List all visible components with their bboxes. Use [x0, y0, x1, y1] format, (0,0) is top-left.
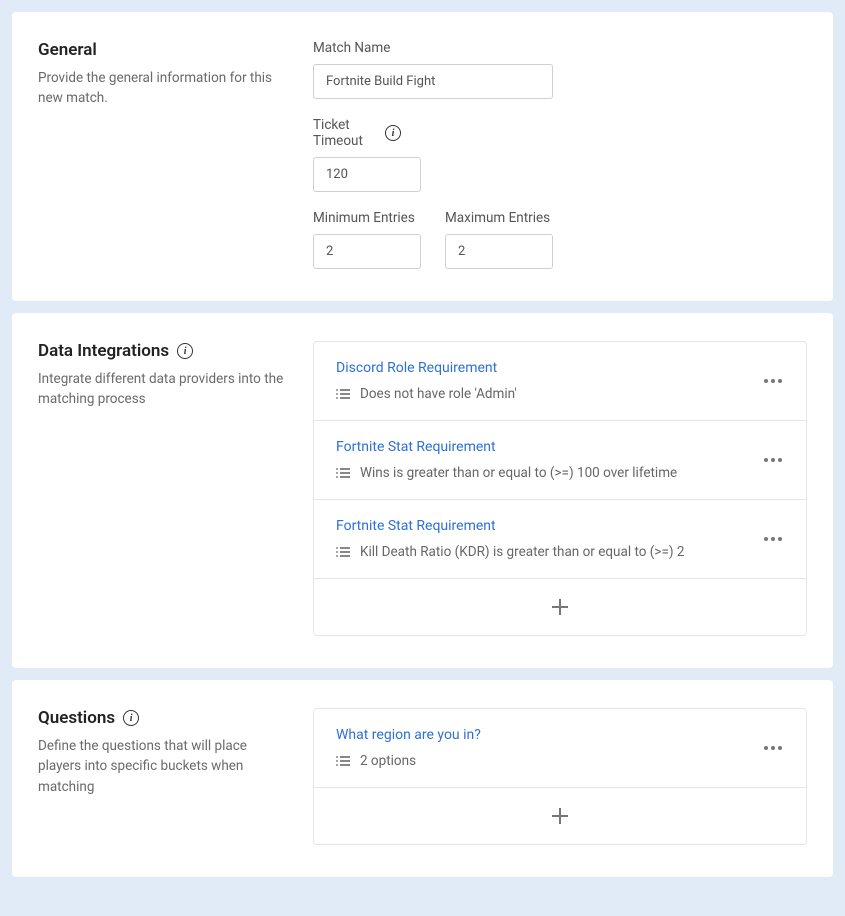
ticket-timeout-input[interactable]: [313, 157, 421, 192]
more-button[interactable]: [758, 531, 788, 547]
match-name-input[interactable]: [313, 64, 553, 99]
integrations-desc: Integrate different data providers into …: [38, 369, 293, 410]
question-item[interactable]: What region are you in? 2 options: [314, 709, 806, 788]
more-button[interactable]: [758, 452, 788, 468]
integration-item-detail: Does not have role 'Admin': [360, 386, 517, 402]
integration-item[interactable]: Fortnite Stat Requirement Wins is greate…: [314, 421, 806, 500]
questions-list: What region are you in? 2 options: [313, 708, 807, 845]
more-button[interactable]: [758, 373, 788, 389]
general-header: General Provide the general information …: [38, 40, 293, 269]
list-icon: [336, 756, 350, 766]
integration-item[interactable]: Fortnite Stat Requirement Kill Death Rat…: [314, 500, 806, 579]
integration-item-title: Discord Role Requirement: [336, 360, 784, 376]
info-icon[interactable]: i: [177, 343, 193, 359]
integration-item-title: Fortnite Stat Requirement: [336, 518, 784, 534]
plus-icon: [552, 808, 568, 824]
integration-item-title: Fortnite Stat Requirement: [336, 439, 784, 455]
integrations-list: Discord Role Requirement Does not have r…: [313, 341, 807, 636]
list-icon: [336, 389, 350, 399]
add-question-button[interactable]: [314, 788, 806, 844]
questions-title: Questions: [38, 708, 115, 728]
more-button[interactable]: [758, 740, 788, 756]
match-name-label: Match Name: [313, 40, 807, 56]
integration-item-detail: Kill Death Ratio (KDR) is greater than o…: [360, 544, 685, 560]
questions-desc: Define the questions that will place pla…: [38, 736, 293, 797]
list-icon: [336, 547, 350, 557]
min-entries-label: Minimum Entries: [313, 210, 421, 226]
min-entries-input[interactable]: [313, 234, 421, 269]
add-integration-button[interactable]: [314, 579, 806, 635]
max-entries-label: Maximum Entries: [445, 210, 553, 226]
general-desc: Provide the general information for this…: [38, 68, 293, 109]
general-card: General Provide the general information …: [12, 12, 833, 301]
integration-item[interactable]: Discord Role Requirement Does not have r…: [314, 342, 806, 421]
integrations-title: Data Integrations: [38, 341, 169, 361]
ticket-timeout-label: Ticket Timeout: [313, 117, 373, 149]
plus-icon: [552, 599, 568, 615]
questions-header: Questions i Define the questions that wi…: [38, 708, 293, 845]
integration-item-detail: Wins is greater than or equal to (>=) 10…: [360, 465, 677, 481]
info-icon[interactable]: i: [123, 710, 139, 726]
question-item-detail: 2 options: [360, 753, 416, 769]
info-icon[interactable]: i: [385, 125, 401, 141]
general-title: General: [38, 40, 293, 60]
integrations-card: Data Integrations i Integrate different …: [12, 313, 833, 668]
question-item-title: What region are you in?: [336, 727, 784, 743]
max-entries-input[interactable]: [445, 234, 553, 269]
questions-card: Questions i Define the questions that wi…: [12, 680, 833, 877]
list-icon: [336, 468, 350, 478]
integrations-header: Data Integrations i Integrate different …: [38, 341, 293, 636]
